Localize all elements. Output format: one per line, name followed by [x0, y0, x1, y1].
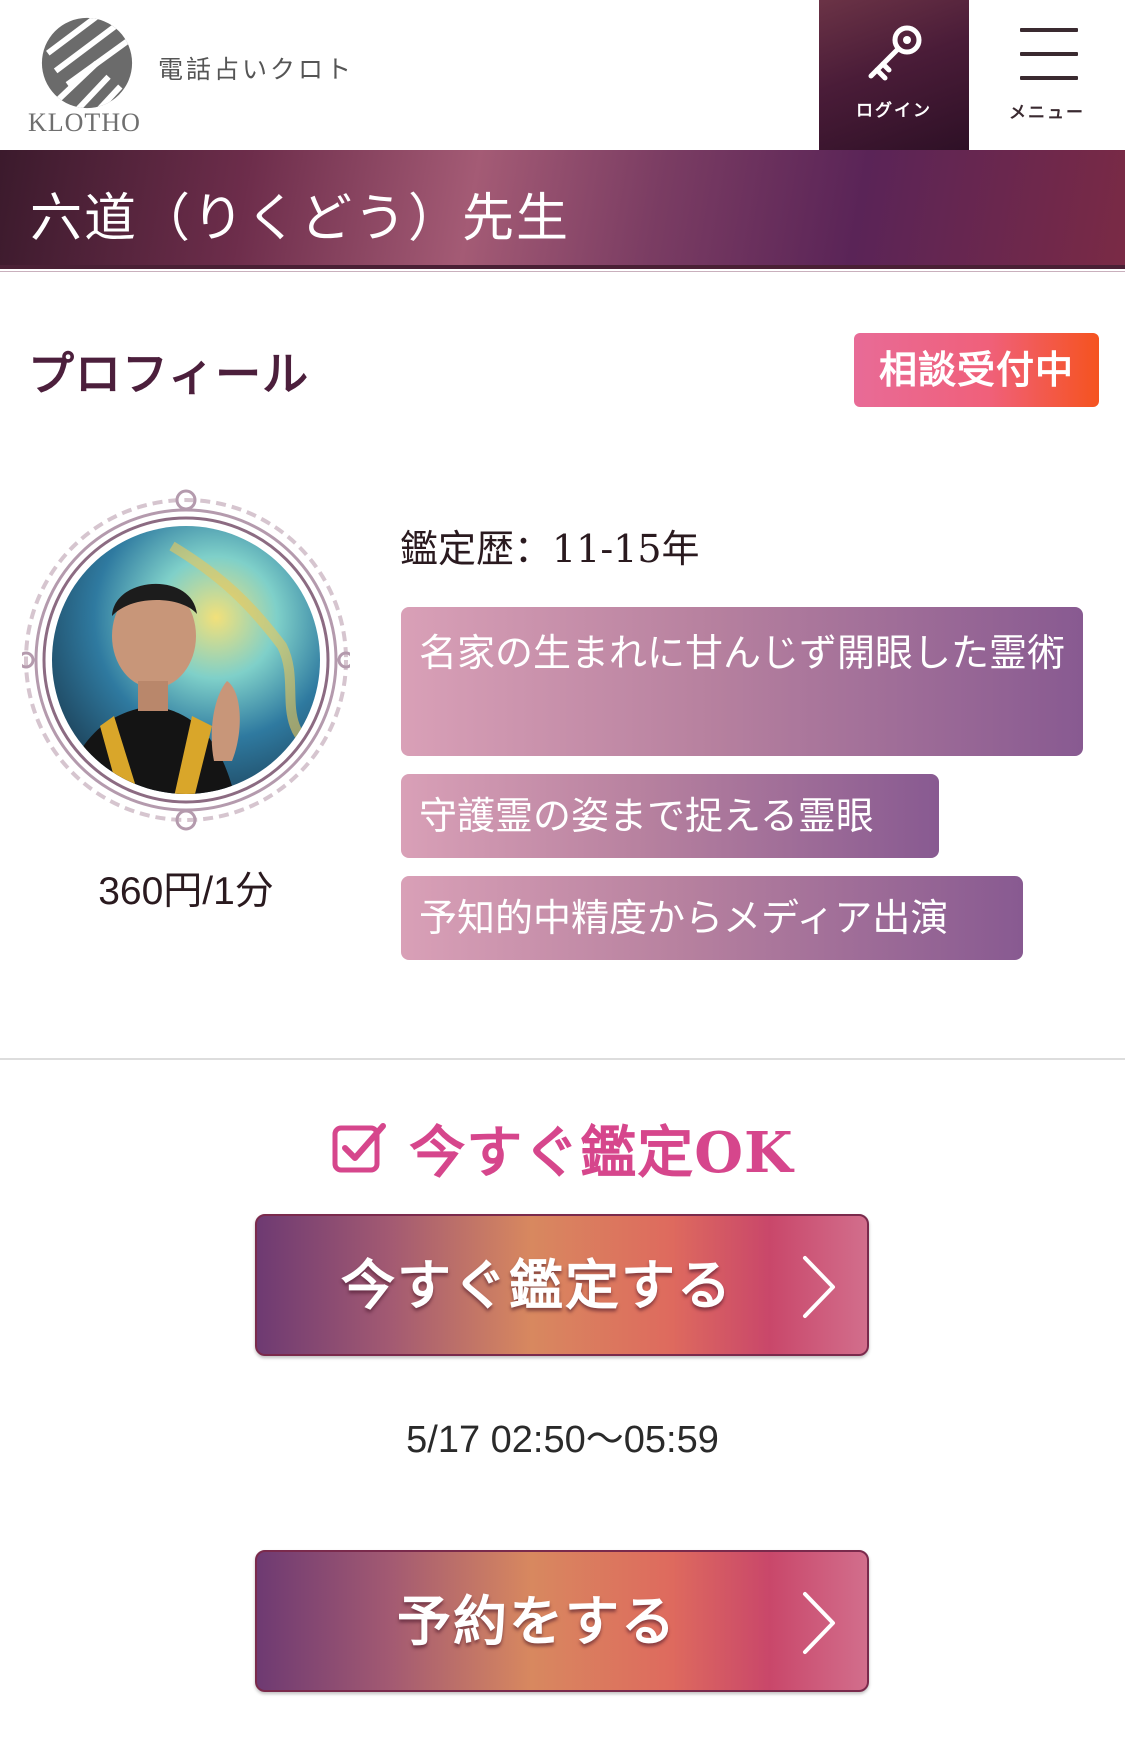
- now-ok-label: 今すぐ鑑定OK: [409, 1120, 794, 1186]
- logo-tagline: 電話占いクロト: [158, 55, 355, 84]
- logo-wordmark[interactable]: KLOTHO: [28, 108, 141, 138]
- available-time-window: 5/17 02:50〜05:59: [406, 1419, 719, 1461]
- menu-button[interactable]: メニュー: [969, 0, 1125, 150]
- profile-heading: プロフィール: [28, 347, 310, 401]
- feature-tag: 名家の生まれに甘んじず開眼した霊術: [401, 607, 1083, 756]
- avatar: [22, 489, 350, 831]
- career-years: 鑑定歴：11-15年: [400, 527, 700, 571]
- page-title-band: 六道（りくどう）先生: [0, 150, 1125, 265]
- title-divider-thin: [0, 271, 1125, 272]
- chevron-right-icon: [803, 1256, 835, 1318]
- feature-tag: 守護霊の姿まで捉える霊眼: [401, 774, 939, 858]
- now-ok-heading: 今すぐ鑑定OK: [0, 1108, 1125, 1189]
- login-button[interactable]: ログイン: [819, 0, 969, 150]
- consult-now-button[interactable]: 今すぐ鑑定する: [255, 1214, 869, 1356]
- chevron-right-icon: [803, 1592, 835, 1654]
- page-title: 六道（りくどう）先生: [30, 189, 571, 249]
- key-icon: [868, 25, 922, 81]
- hamburger-icon: [1020, 28, 1078, 80]
- title-divider: [0, 265, 1125, 269]
- section-divider: [0, 1058, 1125, 1060]
- login-label: ログイン: [856, 101, 932, 121]
- status-badge: 相談受付中: [854, 333, 1099, 407]
- consult-now-label: 今すぐ鑑定する: [341, 1253, 733, 1317]
- menu-label: メニュー: [1009, 103, 1085, 123]
- feature-tag: 予知的中精度からメディア出演: [401, 876, 1023, 960]
- checkbox-icon: [332, 1123, 387, 1173]
- reserve-label: 予約をする: [397, 1589, 677, 1653]
- reserve-button[interactable]: 予約をする: [255, 1550, 869, 1692]
- price-per-minute: 360円/1分: [98, 870, 274, 913]
- site-header: KLOTHO 電話占いクロト ログイン メニュー: [0, 0, 1125, 150]
- klotho-logo-icon[interactable]: [38, 14, 136, 112]
